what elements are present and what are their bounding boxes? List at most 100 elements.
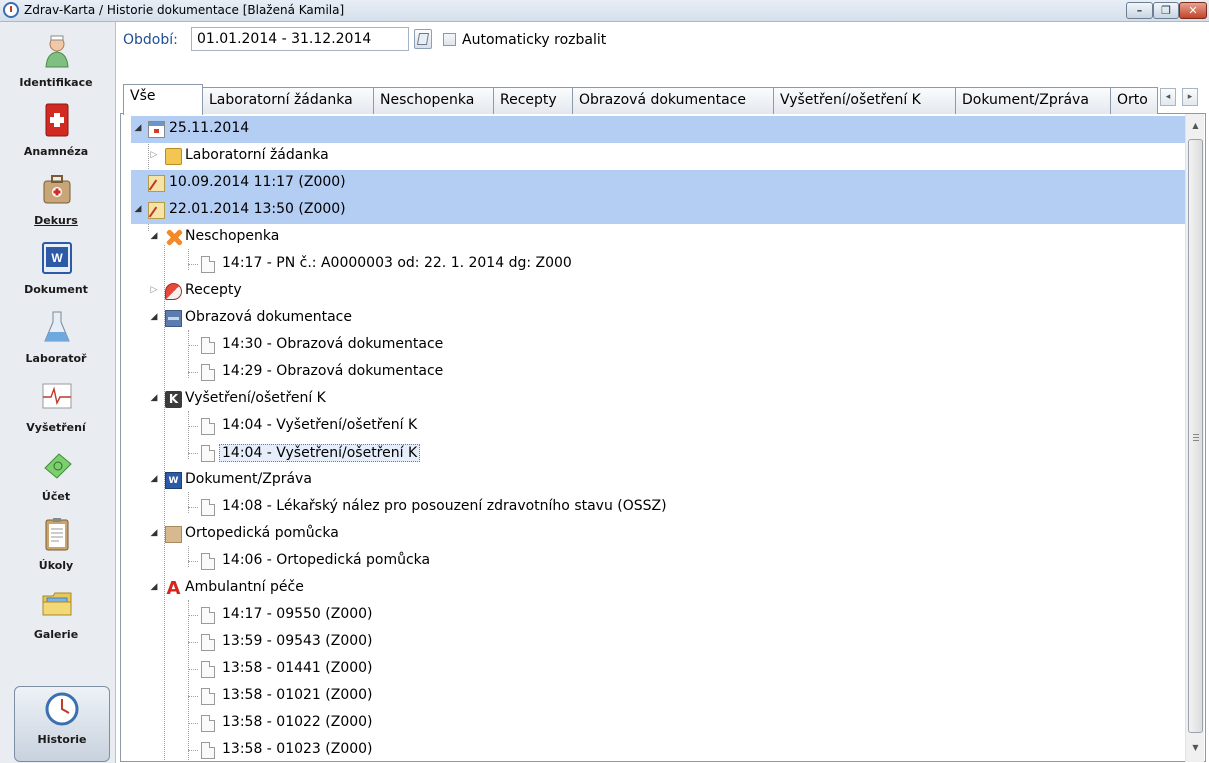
tab-vse[interactable]: Vše <box>123 84 203 115</box>
tree-node-date[interactable]: ◢ 25.11.2014 <box>131 116 1186 143</box>
sidebar-item-label: Historie <box>37 733 87 746</box>
expanded-arrow-icon[interactable]: ◢ <box>149 474 159 484</box>
sidebar-item-vysetreni[interactable]: Vyšetření <box>0 375 116 443</box>
expanded-arrow-icon[interactable]: ◢ <box>133 123 143 133</box>
visit-note-icon <box>148 175 165 192</box>
tree-node-category[interactable]: ▷ Recepty <box>131 278 1186 305</box>
tree-node-category[interactable]: ▷ Laboratorní žádanka <box>131 143 1186 170</box>
tree-node-document[interactable]: 14:04 - Vyšetření/ošetření K <box>131 413 1186 440</box>
orthopedic-aid-icon <box>165 526 182 543</box>
expanded-arrow-icon[interactable]: ◢ <box>149 312 159 322</box>
sidebar-item-laborator[interactable]: Laboratoř <box>0 306 116 374</box>
app-clock-icon <box>3 2 19 18</box>
tab-orto[interactable]: Orto <box>1110 87 1158 114</box>
tree-node-document[interactable]: 14:17 - 09550 (Z000) <box>131 602 1186 629</box>
tree-connector <box>188 696 198 697</box>
tree-node-document[interactable]: 14:29 - Obrazová dokumentace <box>131 359 1186 386</box>
sidebar-item-label: Galerie <box>33 628 79 641</box>
collapsed-arrow-icon[interactable]: ▷ <box>149 150 159 160</box>
tree-node-document[interactable]: 14:17 - PN č.: A0000003 od: 22. 1. 2014 … <box>131 251 1186 278</box>
tree-node-document[interactable]: 13:59 - 09543 (Z000) <box>131 629 1186 656</box>
expanded-arrow-icon[interactable]: ◢ <box>149 393 159 403</box>
sidebar-item-ukoly[interactable]: Úkoly <box>0 513 116 581</box>
minimize-button[interactable]: – <box>1126 2 1153 19</box>
tree-node-visit[interactable]: 10.09.2014 11:17 (Z000) <box>131 170 1186 197</box>
period-input[interactable] <box>191 27 409 51</box>
tree-connector <box>188 372 198 373</box>
collapsed-arrow-icon[interactable]: ▷ <box>149 285 159 295</box>
auto-expand-checkbox[interactable] <box>443 33 456 46</box>
tree-connector <box>188 723 198 724</box>
document-icon <box>201 742 215 759</box>
tree-node-category[interactable]: ◢ Neschopenka <box>131 224 1186 251</box>
tree-node-label: Laboratorní žádanka <box>185 147 329 163</box>
tree-node-document[interactable]: 14:08 - Lékařský nález pro posouzení zdr… <box>131 494 1186 521</box>
tab-obrazova-dokumentace[interactable]: Obrazová dokumentace <box>572 87 774 114</box>
tree-node-category[interactable]: ◢ K Vyšetření/ošetření K <box>131 386 1186 413</box>
document-icon <box>201 364 215 381</box>
document-icon <box>201 499 215 516</box>
prescription-icon <box>165 283 182 300</box>
tab-vysetreni-osetreni-k[interactable]: Vyšetření/ošetření K <box>773 87 956 114</box>
vertical-scrollbar[interactable]: ▲ ▼ <box>1185 114 1204 762</box>
clipboard-icon <box>41 517 73 551</box>
tree-node-label: Ambulantní péče <box>185 579 304 595</box>
document-icon <box>201 256 215 273</box>
tree-node-category[interactable]: ◢ Ortopedická pomůcka <box>131 521 1186 548</box>
tree-node-visit[interactable]: ◢ 22.01.2014 13:50 (Z000) <box>131 197 1186 224</box>
expanded-arrow-icon[interactable]: ◢ <box>149 231 159 241</box>
tab-dokument-zprava[interactable]: Dokument/Zpráva <box>955 87 1111 114</box>
edit-icon <box>416 33 430 45</box>
expanded-arrow-icon[interactable]: ◢ <box>149 582 159 592</box>
sidebar-item-dekurs[interactable]: Dekurs <box>0 168 116 236</box>
sidebar-item-galerie[interactable]: Galerie <box>0 582 116 650</box>
tree-node-category[interactable]: ◢ Obrazová dokumentace <box>131 305 1186 332</box>
tree-node-category[interactable]: ◢ W Dokument/Zpráva <box>131 467 1186 494</box>
sidebar-item-anamneza[interactable]: Anamnéza <box>0 99 116 167</box>
tree-node-document[interactable]: 14:30 - Obrazová dokumentace <box>131 332 1186 359</box>
word-document-icon: W <box>41 241 73 275</box>
tab-recepty[interactable]: Recepty <box>493 87 573 114</box>
tree-node-category[interactable]: ◢ A Ambulantní péče <box>131 575 1186 602</box>
tree-node-label: 10.09.2014 11:17 (Z000) <box>169 174 346 190</box>
tab-laboratorni-zadanka[interactable]: Laboratorní žádanka <box>202 87 374 114</box>
document-icon <box>201 688 215 705</box>
tree-node-label: 14:29 - Obrazová dokumentace <box>222 363 444 379</box>
tree-node-document[interactable]: 13:58 - 01023 (Z000) <box>131 737 1186 761</box>
sidebar-item-label: Účet <box>41 490 71 503</box>
tree-connector <box>188 669 198 670</box>
close-button[interactable]: ✕ <box>1179 2 1207 19</box>
tab-scroll-left-button[interactable]: ◂ <box>1160 88 1176 106</box>
tree-node-document[interactable]: 13:58 - 01022 (Z000) <box>131 710 1186 737</box>
scroll-down-button[interactable]: ▼ <box>1186 739 1205 756</box>
tab-neschopenka[interactable]: Neschopenka <box>373 87 494 114</box>
sidebar-item-ucet[interactable]: Účet <box>0 444 116 512</box>
calendar-icon <box>148 121 165 138</box>
tree-node-document[interactable]: 14:06 - Ortopedická pomůcka <box>131 548 1186 575</box>
scroll-thumb[interactable] <box>1188 139 1203 733</box>
tree-node-label: 13:58 - 01023 (Z000) <box>222 741 373 757</box>
tree-node-document[interactable]: 13:58 - 01021 (Z000) <box>131 683 1186 710</box>
document-icon <box>201 715 215 732</box>
tree-connector <box>188 345 198 346</box>
sidebar-item-identifikace[interactable]: Identifikace <box>0 30 116 98</box>
examination-k-icon: K <box>165 391 182 408</box>
period-picker-button[interactable] <box>414 29 432 49</box>
tree-node-document-selected[interactable]: 14:04 - Vyšetření/ošetření K <box>131 440 1186 467</box>
tree-node-document[interactable]: 13:58 - 01441 (Z000) <box>131 656 1186 683</box>
sidebar-item-dokument[interactable]: W Dokument <box>0 237 116 305</box>
sidebar-item-historie[interactable]: Historie <box>14 686 110 762</box>
scroll-up-button[interactable]: ▲ <box>1186 117 1205 134</box>
sidebar: Identifikace Anamnéza Dekurs W Dokument … <box>0 22 116 763</box>
expanded-arrow-icon[interactable]: ◢ <box>133 204 143 214</box>
tab-scroll-right-button[interactable]: ▸ <box>1182 88 1198 106</box>
expanded-arrow-icon[interactable]: ◢ <box>149 528 159 538</box>
tree-node-label: 22.01.2014 13:50 (Z000) <box>169 201 346 217</box>
period-label: Období: <box>123 32 178 48</box>
medical-bag-icon <box>41 172 73 206</box>
tree-node-label: 13:58 - 01021 (Z000) <box>222 687 373 703</box>
maximize-button[interactable]: ❐ <box>1153 2 1179 19</box>
ecg-icon <box>41 379 73 413</box>
auto-expand-label[interactable]: Automaticky rozbalit <box>462 32 606 48</box>
document-icon <box>201 418 215 435</box>
